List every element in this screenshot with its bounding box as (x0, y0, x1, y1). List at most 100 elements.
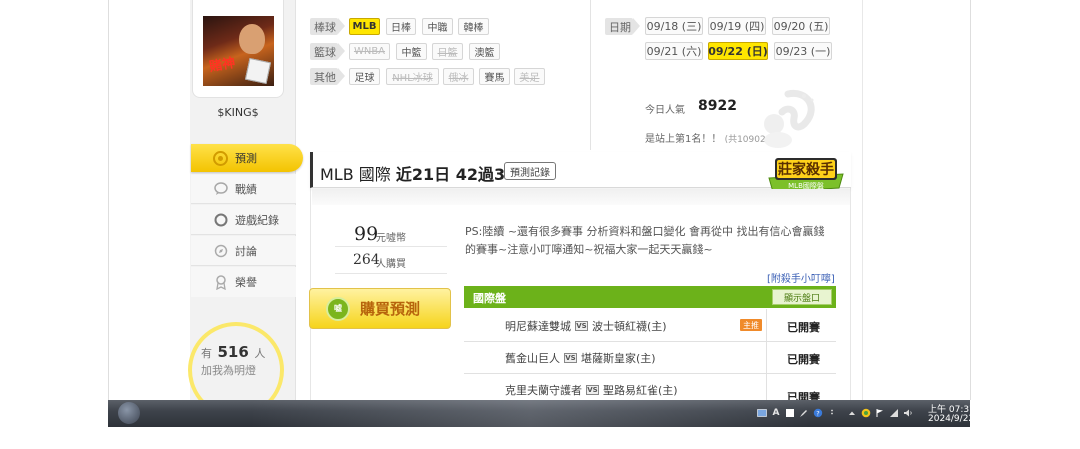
fans-count: 有 516 人 (201, 343, 265, 361)
volume-icon[interactable] (903, 408, 913, 418)
tag-cpbl[interactable]: 中職 (422, 18, 453, 35)
tag-horse-racing[interactable]: 賽馬 (479, 68, 510, 85)
sidebar-item-honor[interactable]: 榮譽 (191, 267, 296, 297)
tag-nbl[interactable]: 澳籃 (469, 43, 500, 60)
prediction-note-line2: 的賽事~注意小叮嚀通知~祝福大家一起天天贏錢~ (465, 243, 713, 256)
away-team: 舊金山巨人 (505, 352, 560, 365)
vs-icon: VS (575, 321, 588, 331)
tag-sbl[interactable]: 中籃 (396, 43, 427, 60)
divider (335, 273, 447, 274)
target-icon (213, 150, 228, 166)
row-divider (464, 373, 836, 374)
date-option[interactable]: 09/19 (四) (708, 17, 766, 35)
odds-table-title: 國際盤 (473, 292, 506, 305)
prediction-note-line1: PS:陸續 ~還有很多賽事 分析資料和盤口變化 會再從中 找出有信心會贏錢 (465, 225, 825, 238)
input-method-icon[interactable]: A (771, 408, 781, 418)
column-divider (766, 342, 767, 374)
sidebar-item-discussion[interactable]: 討論 (191, 236, 296, 266)
avatar-face (239, 24, 265, 54)
circle-icon (213, 212, 228, 227)
date-label: 日期 (605, 18, 640, 35)
username[interactable]: $KING$ (192, 106, 284, 119)
show-odds-button[interactable]: 顯示盤口 (772, 289, 832, 305)
date-option-selected[interactable]: 09/22 (日) (708, 42, 768, 60)
home-team: 堪薩斯皇家(主) (581, 352, 656, 365)
away-team: 明尼蘇達雙城 (505, 320, 571, 333)
divider (335, 246, 447, 247)
screenshot-stage: 賭神 $KING$ 戰績 遊戲紀錄 討論 榮譽 預測 有 516 人 加我為明燈… (0, 0, 1080, 449)
options-icon[interactable] (827, 408, 837, 418)
coin-icon: 噓 (326, 296, 350, 321)
start-button[interactable] (118, 402, 140, 424)
tag-mlb[interactable]: MLB (349, 18, 380, 35)
badge-title: 莊家殺手 (778, 161, 834, 178)
tag-nfl: 美足 (514, 68, 545, 85)
pen-icon[interactable] (799, 408, 809, 418)
match-status: 已開賽 (787, 321, 820, 334)
buyers-unit: 人購買 (376, 259, 406, 270)
date-option[interactable]: 09/23 (一) (774, 42, 832, 60)
sidebar-item-label: 戰績 (235, 182, 257, 196)
away-team: 克里夫蘭守護者 (505, 384, 582, 397)
home-team: 聖路易紅雀(主) (603, 384, 678, 397)
vs-icon: VS (564, 353, 577, 363)
sidebar-item-label: 榮譽 (235, 276, 257, 289)
price-value: 99 (354, 223, 379, 245)
flag-icon[interactable] (875, 408, 885, 418)
sidebar-item-label: 遊戲紀錄 (235, 213, 279, 227)
date-option[interactable]: 09/21 (六) (645, 42, 703, 60)
table-row: 克里夫蘭守護者 VS 聖路易紅雀(主) (505, 382, 678, 398)
home-team: 波士頓紅襪(主) (592, 320, 667, 333)
row-divider (464, 341, 836, 342)
tag-npb[interactable]: 日棒 (386, 18, 416, 35)
column-divider (766, 309, 767, 341)
buy-prediction-button[interactable]: 噓 購買預測 (309, 288, 451, 329)
vs-icon: VS (586, 385, 599, 395)
popularity-label: 今日人氣 (645, 105, 685, 116)
fans-prefix: 有 (201, 347, 212, 360)
category-basketball: 籃球 (310, 43, 345, 60)
title-record: 近21日 42過30 (395, 165, 517, 184)
fans-suffix: 人 (254, 347, 266, 360)
category-other: 其他 (310, 68, 345, 85)
svg-text:?: ? (816, 410, 819, 418)
killer-tips-link[interactable]: [附殺手小叮嚀] (767, 270, 835, 285)
category-baseball: 棒球 (310, 18, 345, 35)
date-option[interactable]: 09/18 (三) (645, 17, 703, 35)
table-row: 舊金山巨人 VS 堪薩斯皇家(主) (505, 350, 656, 366)
content-right-divider (862, 0, 863, 400)
squirrel-watermark-icon (764, 89, 815, 148)
fans-count-value: 516 (217, 343, 249, 361)
sidebar-item-predict[interactable]: 預測 (191, 144, 303, 172)
prediction-title: MLB 國際 近21日 42過30 (320, 161, 516, 185)
table-row: 明尼蘇達雙城 VS 波士頓紅襪(主) (505, 318, 667, 334)
rank-main: 是站上第1名！！ (645, 134, 722, 145)
match-status: 已開賽 (787, 353, 820, 366)
prediction-record-button[interactable]: 預測記錄 (504, 162, 556, 180)
tag-soccer[interactable]: 足球 (349, 68, 380, 85)
window-icon[interactable] (785, 408, 795, 418)
tag-nhl: NHL冰球 (386, 68, 439, 85)
clock-date[interactable]: 2024/9/22 (928, 414, 974, 424)
tag-kbo[interactable]: 韓棒 (458, 18, 489, 35)
tray-expand-icon[interactable] (847, 408, 857, 418)
filter-divider (590, 0, 591, 150)
sidebar-item-game-log[interactable]: 遊戲紀錄 (191, 205, 296, 235)
avatar-cards (244, 57, 272, 85)
panel-subheader (312, 189, 850, 205)
page-right-border (970, 0, 971, 400)
price-unit: 元噓幣 (376, 233, 406, 244)
keyboard-icon[interactable] (757, 408, 767, 418)
network-icon[interactable] (889, 408, 899, 418)
featured-badge: 主推 (740, 319, 762, 331)
sidebar-item-label: 預測 (235, 152, 257, 165)
chat-bubble-icon (213, 181, 228, 196)
help-icon[interactable]: ? (813, 408, 823, 418)
avatar[interactable]: 賭神 (203, 16, 274, 86)
date-option[interactable]: 09/20 (五) (772, 17, 830, 35)
sidebar-item-record[interactable]: 戰績 (191, 174, 296, 204)
app-tray-icon[interactable] (861, 408, 871, 418)
follow-link[interactable]: 加我為明燈 (201, 362, 256, 378)
taskbar-glow (250, 400, 810, 427)
title-league: MLB 國際 (320, 165, 391, 184)
